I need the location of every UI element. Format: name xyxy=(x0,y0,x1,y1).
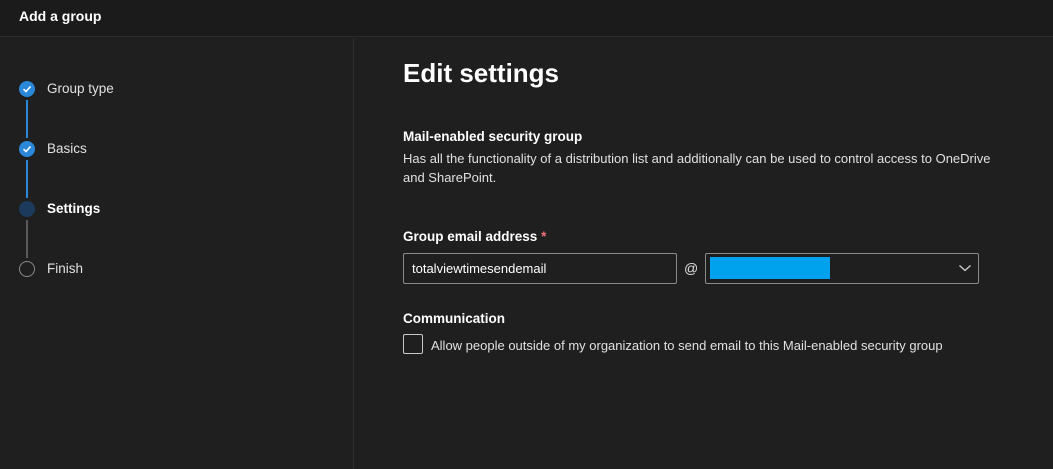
step-basics[interactable]: Basics xyxy=(19,139,319,159)
step-label: Group type xyxy=(47,81,114,96)
check-icon xyxy=(19,141,35,157)
step-label: Settings xyxy=(47,201,101,216)
panel-header: Add a group xyxy=(0,0,1053,37)
check-icon xyxy=(19,81,35,97)
group-kind-description: Has all the functionality of a distribut… xyxy=(403,151,991,185)
step-settings: Settings xyxy=(19,199,319,219)
email-field-label: Group email address * xyxy=(403,229,546,244)
step-label: Finish xyxy=(47,261,84,276)
redacted-domain xyxy=(710,257,830,279)
pending-step-icon xyxy=(19,261,35,277)
current-step-icon xyxy=(19,201,35,217)
chevron-down-icon xyxy=(959,265,971,272)
panel-title: Add a group xyxy=(19,8,102,24)
step-label: Basics xyxy=(47,141,87,156)
wizard-steps: Group type Basics Settings Finish xyxy=(0,38,354,469)
group-kind-heading: Mail-enabled security group xyxy=(403,129,583,144)
communication-heading: Communication xyxy=(403,311,506,326)
page-title: Edit settings xyxy=(403,58,560,88)
email-alias-input[interactable] xyxy=(403,253,677,284)
step-group-type[interactable]: Group type xyxy=(19,79,319,99)
step-connector xyxy=(26,220,28,258)
external-senders-label[interactable]: Allow people outside of my organization … xyxy=(431,336,991,356)
step-connector xyxy=(26,100,28,138)
step-connector xyxy=(26,160,28,198)
email-label-text: Group email address xyxy=(403,229,538,244)
at-sign: @ xyxy=(684,260,699,276)
external-senders-checkbox[interactable] xyxy=(403,334,423,354)
domain-dropdown[interactable] xyxy=(705,253,979,284)
step-finish: Finish xyxy=(19,259,319,279)
required-marker: * xyxy=(541,229,547,244)
